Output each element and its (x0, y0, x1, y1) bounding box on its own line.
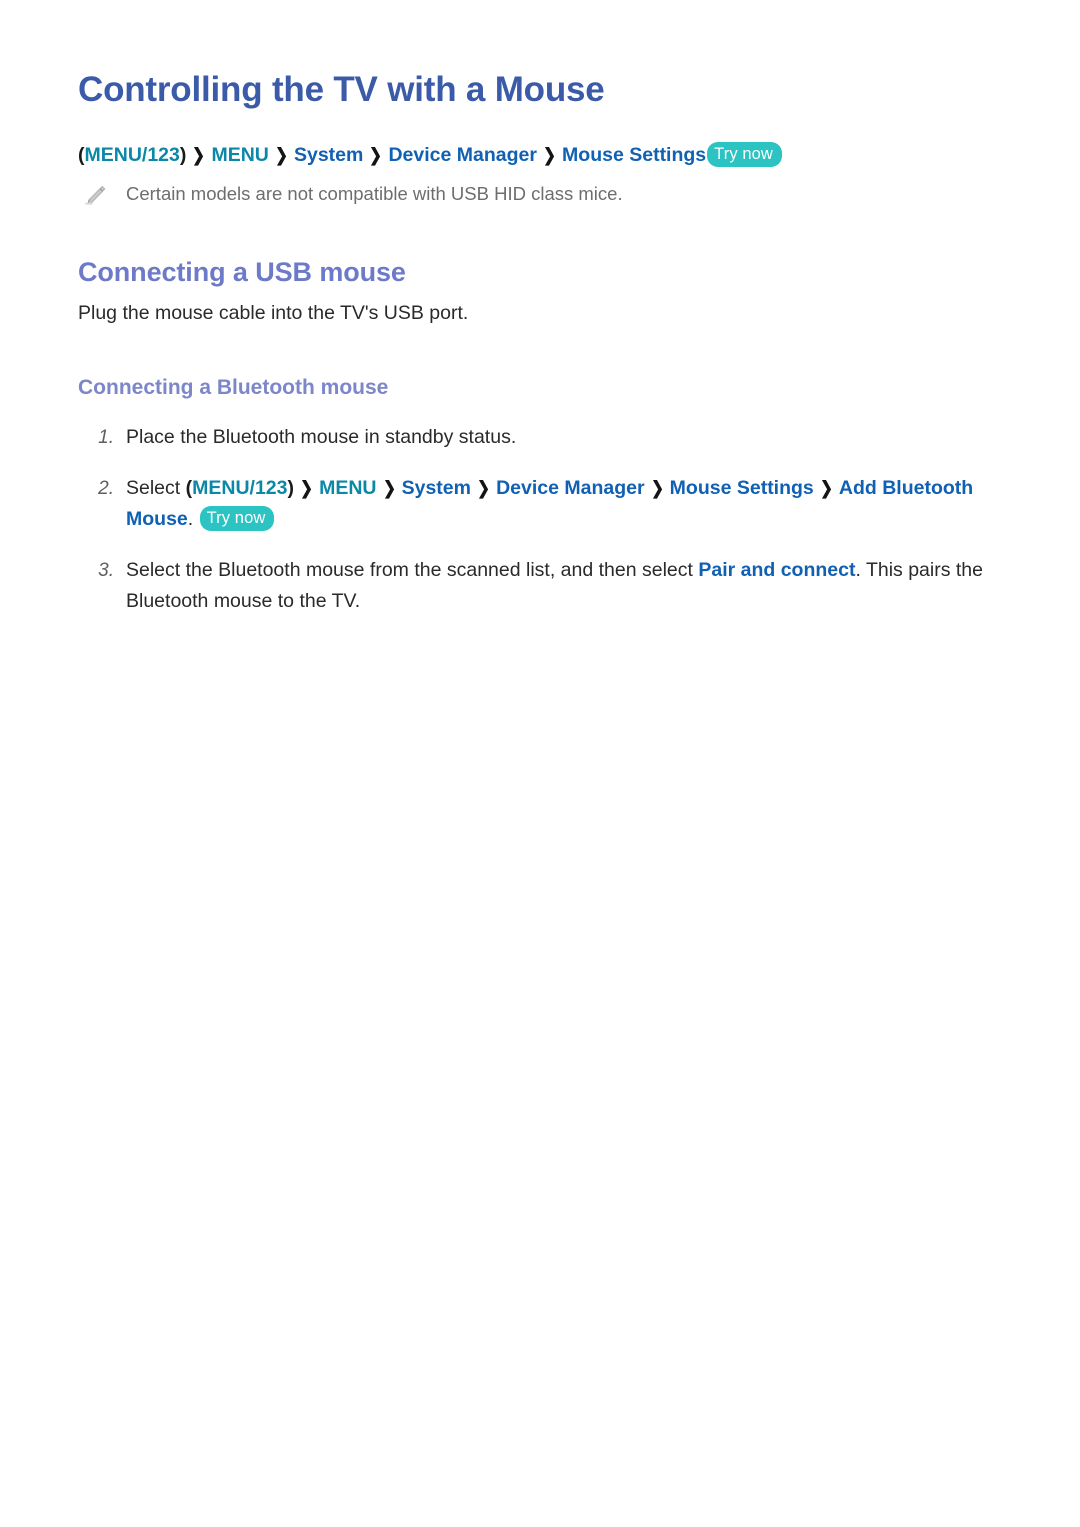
step-breadcrumb-item-menu123[interactable]: MENU/123 (192, 477, 287, 499)
chevron-right-icon: ❯ (650, 478, 664, 498)
step-number: 1. (98, 427, 114, 448)
list-item: 1. Place the Bluetooth mouse in standby … (78, 402, 1002, 453)
step-text-prefix: Select the Bluetooth mouse from the scan… (126, 559, 699, 581)
breadcrumb-item-menu[interactable]: MENU (211, 144, 268, 166)
step-breadcrumb-close-paren: ) (287, 477, 295, 499)
keyword-pair-and-connect[interactable]: Pair and connect (698, 559, 855, 581)
chevron-right-icon: ❯ (819, 478, 833, 498)
step-breadcrumb-item-menu[interactable]: MENU (319, 477, 376, 499)
breadcrumb-item-menu123[interactable]: MENU/123 (85, 144, 180, 166)
breadcrumb: (MENU/123) ❯ MENU ❯ System ❯ Device Manager ❯ Mo… (78, 142, 1002, 168)
steps-list: 1. Place the Bluetooth mouse in standby … (78, 402, 1002, 617)
note-row: Certain models are not compatible with U… (78, 181, 1002, 208)
section-paragraph-usb-mouse: Plug the mouse cable into the TV's USB p… (78, 302, 469, 324)
list-item: 2. Select (MENU/123) ❯ MENU ❯ System ❯ Device … (78, 453, 1002, 535)
try-now-badge[interactable]: Try now (199, 506, 275, 531)
try-now-badge[interactable]: Try now (707, 142, 782, 167)
chevron-right-icon: ❯ (300, 478, 313, 498)
section-heading-usb-mouse: Connecting a USB mouse (78, 257, 406, 287)
chevron-right-icon: ❯ (477, 478, 490, 498)
chevron-right-icon: ❯ (382, 478, 396, 498)
chevron-right-icon: ❯ (192, 145, 206, 165)
step-breadcrumb-item-mouse-settings[interactable]: Mouse Settings (670, 477, 814, 499)
pencil-icon (82, 184, 108, 208)
step-text-suffix: . (187, 508, 194, 530)
step-text-prefix: Select (126, 477, 186, 499)
chevron-right-icon: ❯ (369, 145, 383, 165)
page-title: Controlling the TV with a Mouse (78, 70, 605, 109)
note-text: Certain models are not compatible with U… (126, 183, 623, 204)
step-breadcrumb-item-system[interactable]: System (402, 477, 471, 499)
step-number: 3. (98, 560, 114, 581)
chevron-right-icon: ❯ (543, 145, 556, 165)
breadcrumb-item-device-manager[interactable]: Device Manager (388, 144, 537, 166)
breadcrumb-close-paren: ) (179, 144, 187, 166)
chevron-right-icon: ❯ (275, 145, 288, 165)
section-heading-bluetooth-mouse: Connecting a Bluetooth mouse (78, 376, 389, 399)
step-breadcrumb-item-device-manager[interactable]: Device Manager (496, 477, 645, 499)
step-number: 2. (98, 478, 114, 499)
list-item: 3. Select the Bluetooth mouse from the s… (78, 535, 1002, 617)
breadcrumb-item-mouse-settings[interactable]: Mouse Settings (562, 144, 706, 166)
step-text: Place the Bluetooth mouse in standby sta… (126, 426, 517, 448)
document-page: Controlling the TV with a Mouse (MENU/12… (0, 0, 1080, 1527)
breadcrumb-item-system[interactable]: System (294, 144, 363, 166)
